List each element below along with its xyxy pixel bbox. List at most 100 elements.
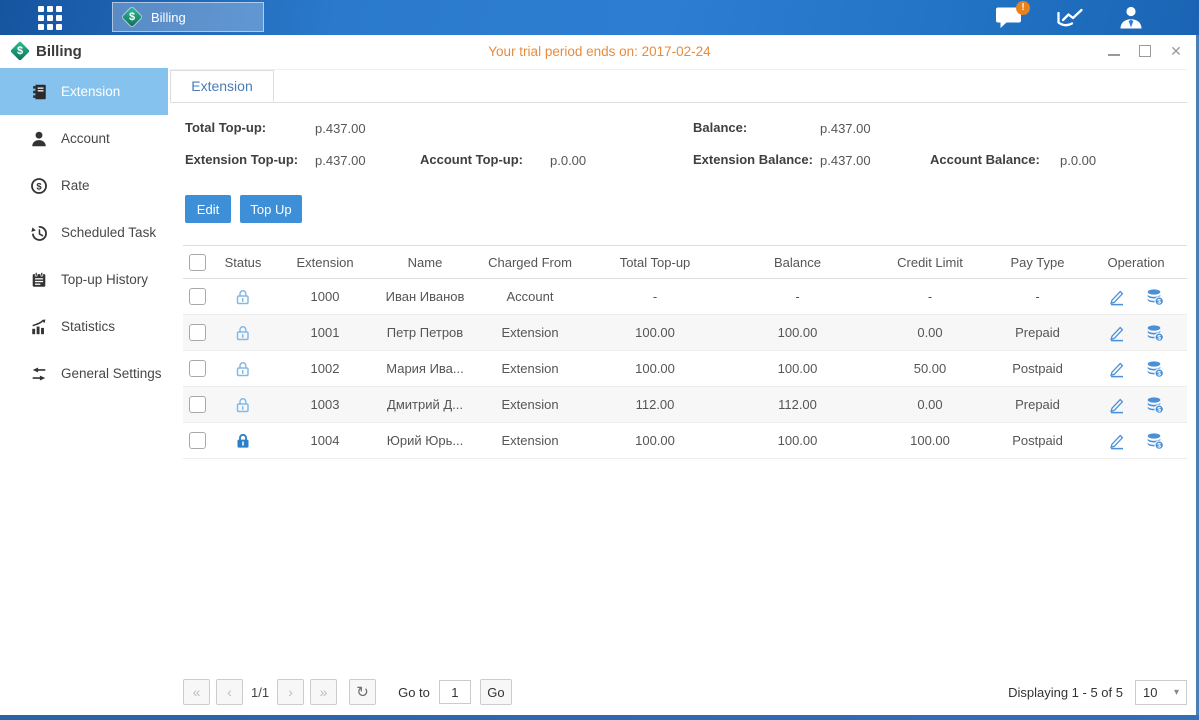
apps-grid-icon[interactable] [38,6,66,30]
refresh-icon[interactable]: ↻ [349,679,376,705]
row-checkbox[interactable] [189,360,206,377]
table-row: 1001 Петр Петров Extension 100.00 100.00… [183,315,1187,351]
page-indicator: 1/1 [251,685,269,700]
last-page-button[interactable]: » [310,679,337,705]
tab-strip: Extension [170,69,1187,103]
sidebar-item-label: Rate [61,178,90,193]
row-checkbox[interactable] [189,324,206,341]
sidebar-item-extension[interactable]: Extension [0,68,168,115]
balance-value: p.437.00 [820,121,871,136]
row-checkbox[interactable] [189,288,206,305]
header-credit-limit: Credit Limit [870,255,990,270]
go-button[interactable]: Go [480,679,512,705]
edit-row-icon[interactable] [1108,396,1126,414]
taskbar-tab-billing[interactable]: $ Billing [112,2,264,32]
close-icon[interactable]: ✕ [1169,44,1183,58]
sidebar-item-label: Statistics [61,319,115,334]
account-balance-label: Account Balance: [930,152,1040,167]
window-title-group: $ Billing [10,35,82,67]
total-topup-cell: 100.00 [585,361,725,376]
header-operation: Operation [1085,255,1187,270]
user-account-icon[interactable] [1116,5,1146,31]
tab-extension[interactable]: Extension [170,70,274,102]
window-bottom-edge [0,715,1199,720]
extension-balance-value: p.437.00 [820,153,871,168]
first-page-button[interactable]: « [183,679,210,705]
pay-type-cell: - [990,289,1085,304]
topup-history-icon [30,271,48,289]
balance-cell: 100.00 [725,325,870,340]
extension-topup-label: Extension Top-up: [185,152,298,167]
top-up-button[interactable]: Top Up [240,195,302,223]
edit-row-icon[interactable] [1108,288,1126,306]
sidebar: Extension Account Rate Scheduled Task To… [0,68,169,715]
window-title: Billing [36,43,82,60]
credit-limit-cell: 50.00 [870,361,990,376]
edit-row-icon[interactable] [1108,432,1126,450]
header-charged-from: Charged From [475,255,585,270]
total-topup-value: p.437.00 [315,121,366,136]
topup-row-icon[interactable] [1146,324,1164,342]
select-all-checkbox[interactable] [189,254,206,271]
header-total-topup: Total Top-up [585,255,725,270]
credit-limit-cell: 0.00 [870,325,990,340]
edit-row-icon[interactable] [1108,360,1126,378]
topup-row-icon[interactable] [1146,396,1164,414]
name-cell: Петр Петров [375,325,475,340]
previous-page-button[interactable]: ‹ [216,679,243,705]
extension-cell: 1002 [275,361,375,376]
status-lock-icon [211,360,275,378]
general-settings-icon [30,365,48,383]
topup-row-icon[interactable] [1146,288,1164,306]
edit-button[interactable]: Edit [185,195,231,223]
name-cell: Иван Иванов [375,289,475,304]
window-titlebar: $ Billing Your trial period ends on: 201… [0,35,1199,69]
row-checkbox[interactable] [189,432,206,449]
statistics-icon [30,318,48,336]
total-topup-cell: - [585,289,725,304]
sidebar-item-label: Scheduled Task [61,225,156,240]
main-content: Extension Total Top-up: p.437.00 Balance… [168,68,1199,715]
screen: $ Billing ! $ Billing Your trial period … [0,0,1199,720]
status-lock-icon [211,288,275,306]
balance-cell: 112.00 [725,397,870,412]
page-size-value: 10 [1143,685,1157,700]
topup-row-icon[interactable] [1146,360,1164,378]
credit-limit-cell: 0.00 [870,397,990,412]
sidebar-item-statistics[interactable]: Statistics [0,303,168,350]
row-checkbox[interactable] [189,396,206,413]
sidebar-item-general-settings[interactable]: General Settings [0,350,168,397]
topup-row-icon[interactable] [1146,432,1164,450]
header-extension: Extension [275,255,375,270]
sidebar-item-account[interactable]: Account [0,115,168,162]
goto-page-input[interactable] [439,680,471,704]
taskbar: $ Billing ! [0,0,1199,35]
page-size-select[interactable]: 10 ▾ [1135,680,1187,705]
displaying-text: Displaying 1 - 5 of 5 [1008,685,1123,700]
table-row: 1000 Иван Иванов Account - - - - [183,279,1187,315]
name-cell: Юрий Юрь... [375,433,475,448]
messages-icon[interactable]: ! [994,5,1024,31]
maximize-icon[interactable] [1138,44,1152,58]
reports-chart-icon[interactable] [1055,5,1085,31]
sidebar-item-topup-history[interactable]: Top-up History [0,256,168,303]
header-status: Status [211,255,275,270]
status-lock-icon [211,432,275,450]
sidebar-item-rate[interactable]: Rate [0,162,168,209]
billing-window-icon: $ [10,41,30,61]
pay-type-cell: Postpaid [990,433,1085,448]
edit-row-icon[interactable] [1108,324,1126,342]
credit-limit-cell: 100.00 [870,433,990,448]
minimize-icon[interactable] [1107,44,1121,58]
extension-cell: 1004 [275,433,375,448]
charged-from-cell: Extension [475,325,585,340]
notification-badge: ! [1016,1,1030,15]
next-page-button[interactable]: › [277,679,304,705]
table-header-row: Status Extension Name Charged From Total… [183,245,1187,279]
balance-cell: 100.00 [725,361,870,376]
trial-notice: Your trial period ends on: 2017-02-24 [0,35,1199,67]
account-topup-label: Account Top-up: [420,152,523,167]
extension-balance-label: Extension Balance: [693,152,813,167]
balance-cell: - [725,289,870,304]
sidebar-item-scheduled-task[interactable]: Scheduled Task [0,209,168,256]
